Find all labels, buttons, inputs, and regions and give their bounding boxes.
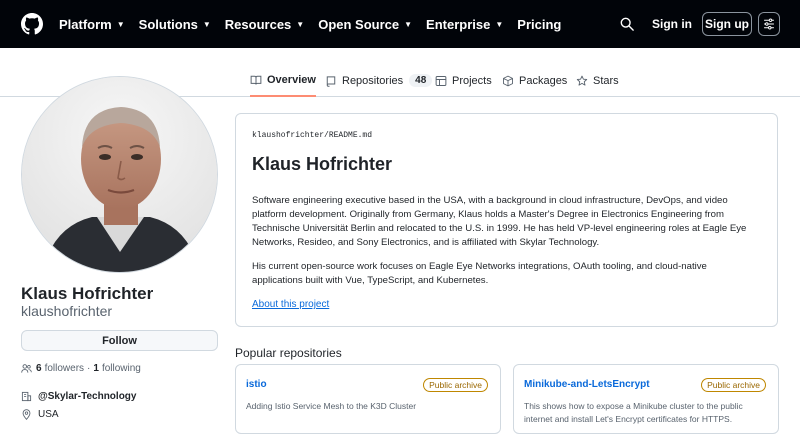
- organization-link[interactable]: @Skylar-Technology: [38, 391, 136, 402]
- nav-platform[interactable]: Platform ▼: [59, 17, 125, 32]
- followers-link[interactable]: 6 followers: [36, 363, 84, 374]
- table-icon: [435, 75, 447, 86]
- readme-path: klaushofrichter/README.md: [252, 131, 373, 140]
- profile-full-name: Klaus Hofrichter: [21, 284, 154, 303]
- public-archive-badge: Public archive: [701, 378, 766, 392]
- repositories-count: 48: [409, 74, 433, 87]
- chevron-down-icon: ▼: [202, 19, 211, 29]
- people-icon: [21, 364, 32, 373]
- repo-name-link[interactable]: istio: [246, 379, 267, 390]
- search-button[interactable]: [613, 12, 641, 36]
- readme-paragraph-bio: Software engineering executive based in …: [252, 195, 747, 248]
- popular-repositories-heading: Popular repositories: [235, 346, 342, 360]
- chevron-down-icon: ▼: [404, 19, 413, 29]
- location-pin-icon: [22, 409, 31, 420]
- readme-path-user-link[interactable]: klaushofrichter: [252, 131, 324, 140]
- nav-open-source[interactable]: Open Source ▼: [318, 17, 412, 32]
- global-header: Platform ▼ Solutions ▼ Resources ▼ Open Sou…: [0, 0, 800, 48]
- tab-packages[interactable]: Packages: [502, 64, 567, 97]
- sliders-button[interactable]: [758, 12, 780, 36]
- nav-pricing[interactable]: Pricing: [517, 17, 561, 32]
- repo-card: istio Public archive Adding Istio Servic…: [235, 364, 501, 434]
- sliders-icon: [763, 18, 775, 30]
- avatar-photo: [22, 77, 217, 272]
- repo-card: Minikube-and-LetsEncrypt Public archive …: [513, 364, 779, 434]
- repo-icon: [326, 75, 336, 87]
- public-archive-badge: Public archive: [423, 378, 488, 392]
- search-icon: [620, 17, 634, 31]
- chevron-down-icon: ▼: [296, 19, 305, 29]
- followers-summary: 6 followers · 1 following: [21, 363, 141, 374]
- avatar[interactable]: [21, 76, 218, 273]
- package-icon: [503, 75, 513, 86]
- star-icon: [576, 75, 588, 86]
- about-project-link[interactable]: About this project: [252, 299, 329, 310]
- chevron-down-icon: ▼: [495, 19, 504, 29]
- readme-path-file-link[interactable]: README.md: [329, 131, 372, 140]
- readme-paragraph-work: His current open-source work focuses on …: [252, 261, 707, 286]
- organization-icon: [21, 391, 32, 402]
- profile-location: USA: [21, 409, 59, 420]
- chevron-down-icon: ▼: [116, 19, 125, 29]
- readme-title: Klaus Hofrichter: [252, 154, 393, 174]
- follow-button[interactable]: Follow: [21, 330, 218, 351]
- nav-resources[interactable]: Resources ▼: [225, 17, 304, 32]
- nav-solutions[interactable]: Solutions ▼: [139, 17, 211, 32]
- repo-name-link[interactable]: Minikube-and-LetsEncrypt: [524, 379, 650, 390]
- repo-description: This shows how to expose a Minikube clus…: [524, 401, 743, 424]
- tab-projects[interactable]: Projects: [435, 64, 492, 97]
- profile-organization: @Skylar-Technology: [21, 391, 136, 402]
- profile-readme-card: klaushofrichter/README.md Klaus Hofricht…: [235, 113, 778, 327]
- nav-enterprise[interactable]: Enterprise ▼: [426, 17, 503, 32]
- sign-up-button[interactable]: Sign up: [702, 12, 752, 36]
- following-link[interactable]: 1 following: [93, 363, 140, 374]
- book-icon: [250, 75, 262, 85]
- tab-repositories[interactable]: Repositories 48: [325, 64, 433, 97]
- repo-description: Adding Istio Service Mesh to the K3D Clu…: [246, 401, 417, 411]
- profile-username: klaushofrichter: [21, 303, 113, 319]
- main-nav: Platform ▼ Solutions ▼ Resources ▼ Open Sou…: [59, 0, 575, 48]
- tab-stars[interactable]: Stars: [576, 64, 619, 97]
- github-mark-icon[interactable]: [21, 13, 43, 35]
- sign-in-link[interactable]: Sign in: [647, 12, 697, 36]
- tab-overview[interactable]: Overview: [250, 64, 316, 97]
